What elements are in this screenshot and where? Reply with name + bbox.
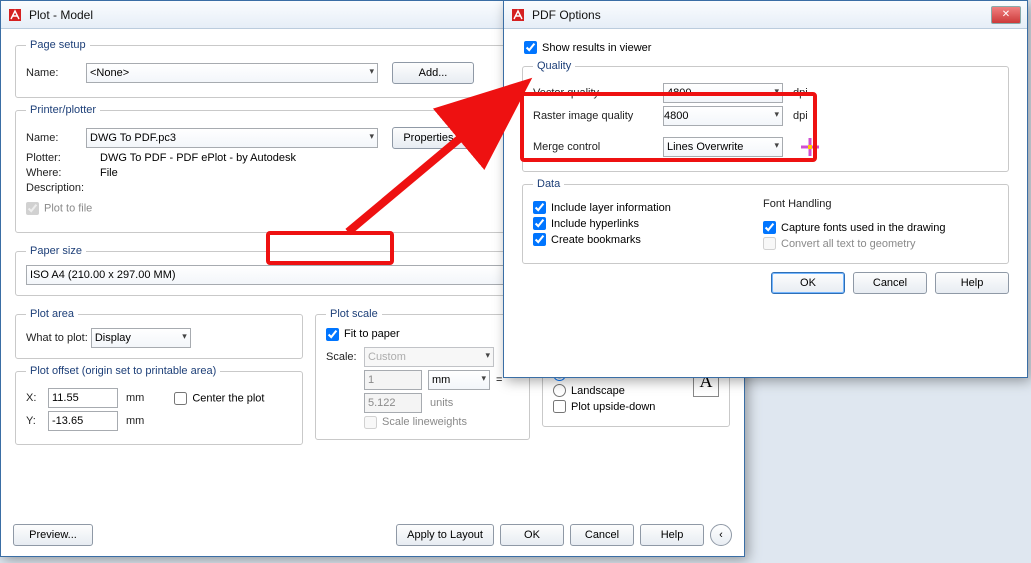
paper-legend: Paper size [26,245,86,257]
merge-label: Merge control [533,141,663,153]
desc-label: Description: [26,182,100,194]
center-plot-check[interactable]: Center the plot [174,392,264,405]
printer-legend: Printer/plotter [26,104,100,116]
x-input[interactable] [48,388,118,408]
page-setup-legend: Page setup [26,39,90,51]
scale-den-input [364,393,422,413]
show-results-check[interactable]: Show results in viewer [524,41,1015,54]
plot-area-group: Plot area What to plot: Display [15,308,303,359]
expand-icon[interactable]: ‹ [710,524,732,546]
x-label: X: [26,392,48,404]
layer-check[interactable]: Include layer information [533,201,763,214]
properties-button[interactable]: Properties... [392,127,474,149]
app-icon [510,7,526,23]
preview-button[interactable]: Preview... [13,524,93,546]
merge-control-select[interactable]: Lines Overwrite [663,137,783,157]
quality-legend: Quality [533,60,575,72]
equals: = [496,374,502,386]
help-button[interactable]: Help [935,272,1009,294]
scale-legend: Plot scale [326,308,382,320]
where-value: File [100,167,118,179]
cancel-button[interactable]: Cancel [570,524,634,546]
fit-to-paper-check[interactable]: Fit to paper [326,328,400,340]
window-title: PDF Options [532,8,601,22]
center-plot-checkbox[interactable] [174,392,187,405]
scale-lw-check: Scale lineweights [364,416,467,428]
printer-name-label: Name: [26,132,86,144]
printer-name-select[interactable]: DWG To PDF.pc3 [86,128,378,148]
units-word: units [430,397,453,409]
quality-group: Quality Vector quality 4800 dpi Raster i… [522,60,1009,172]
vector-quality-select[interactable]: 4800 [663,83,783,103]
scale-num-input [364,370,422,390]
window-title: Plot - Model [29,8,93,22]
pagesetup-name-label: Name: [26,67,86,79]
close-icon[interactable]: ✕ [991,6,1021,24]
offset-legend: Plot offset (origin set to printable are… [26,365,220,377]
app-icon [7,7,23,23]
font-handling-label: Font Handling [763,198,832,210]
landscape-radio[interactable]: Landscape [553,384,693,397]
pdf-options-window: PDF Options ✕ Show results in viewer Qua… [503,0,1028,378]
hyper-check[interactable]: Include hyperlinks [533,217,763,230]
cancel-button[interactable]: Cancel [853,272,927,294]
vector-unit: dpi [793,87,808,99]
data-group: Data Include layer information Include h… [522,178,1009,264]
scale-lw-checkbox [364,416,377,429]
plot-to-file-check: Plot to file [26,202,92,215]
data-legend: Data [533,178,564,190]
y-unit: mm [126,415,144,427]
scale-label: Scale: [326,351,364,363]
add-button[interactable]: Add... [392,62,474,84]
book-check[interactable]: Create bookmarks [533,233,763,246]
vector-label: Vector quality [533,87,663,99]
plotter-label: Plotter: [26,152,100,164]
plotter-value: DWG To PDF - PDF ePlot - by Autodesk [100,152,296,164]
bottom-actions: Preview... Apply to Layout OK Cancel Hel… [13,524,732,546]
plot-to-file-checkbox [26,202,39,215]
raster-unit: dpi [793,110,808,122]
y-label: Y: [26,415,48,427]
plot-offset-group: Plot offset (origin set to printable are… [15,365,303,445]
what-to-plot-label: What to plot: [26,332,88,344]
ok-button[interactable]: OK [500,524,564,546]
raster-quality-select[interactable]: 4800 [663,106,783,126]
plotarea-legend: Plot area [26,308,78,320]
where-label: Where: [26,167,100,179]
fit-checkbox[interactable] [326,328,339,341]
what-to-plot-select[interactable]: Display [91,328,191,348]
raster-label: Raster image quality [533,110,663,122]
scale-unit-select[interactable]: mm [428,370,490,390]
plot-scale-group: Plot scale Fit to paper Scale: Custom mm… [315,308,530,440]
ok-button[interactable]: OK [771,272,845,294]
help-button[interactable]: Help [640,524,704,546]
y-input[interactable] [48,411,118,431]
cursor-icon [797,136,823,158]
capture-fonts-check[interactable]: Capture fonts used in the drawing [763,221,946,234]
convert-text-check: Convert all text to geometry [763,237,946,250]
upside-check[interactable]: Plot upside-down [553,400,693,413]
pagesetup-name-select[interactable]: <None> [86,63,378,83]
scale-select: Custom [364,347,494,367]
x-unit: mm [126,392,144,404]
apply-layout-button[interactable]: Apply to Layout [396,524,494,546]
titlebar[interactable]: PDF Options ✕ [504,1,1027,29]
